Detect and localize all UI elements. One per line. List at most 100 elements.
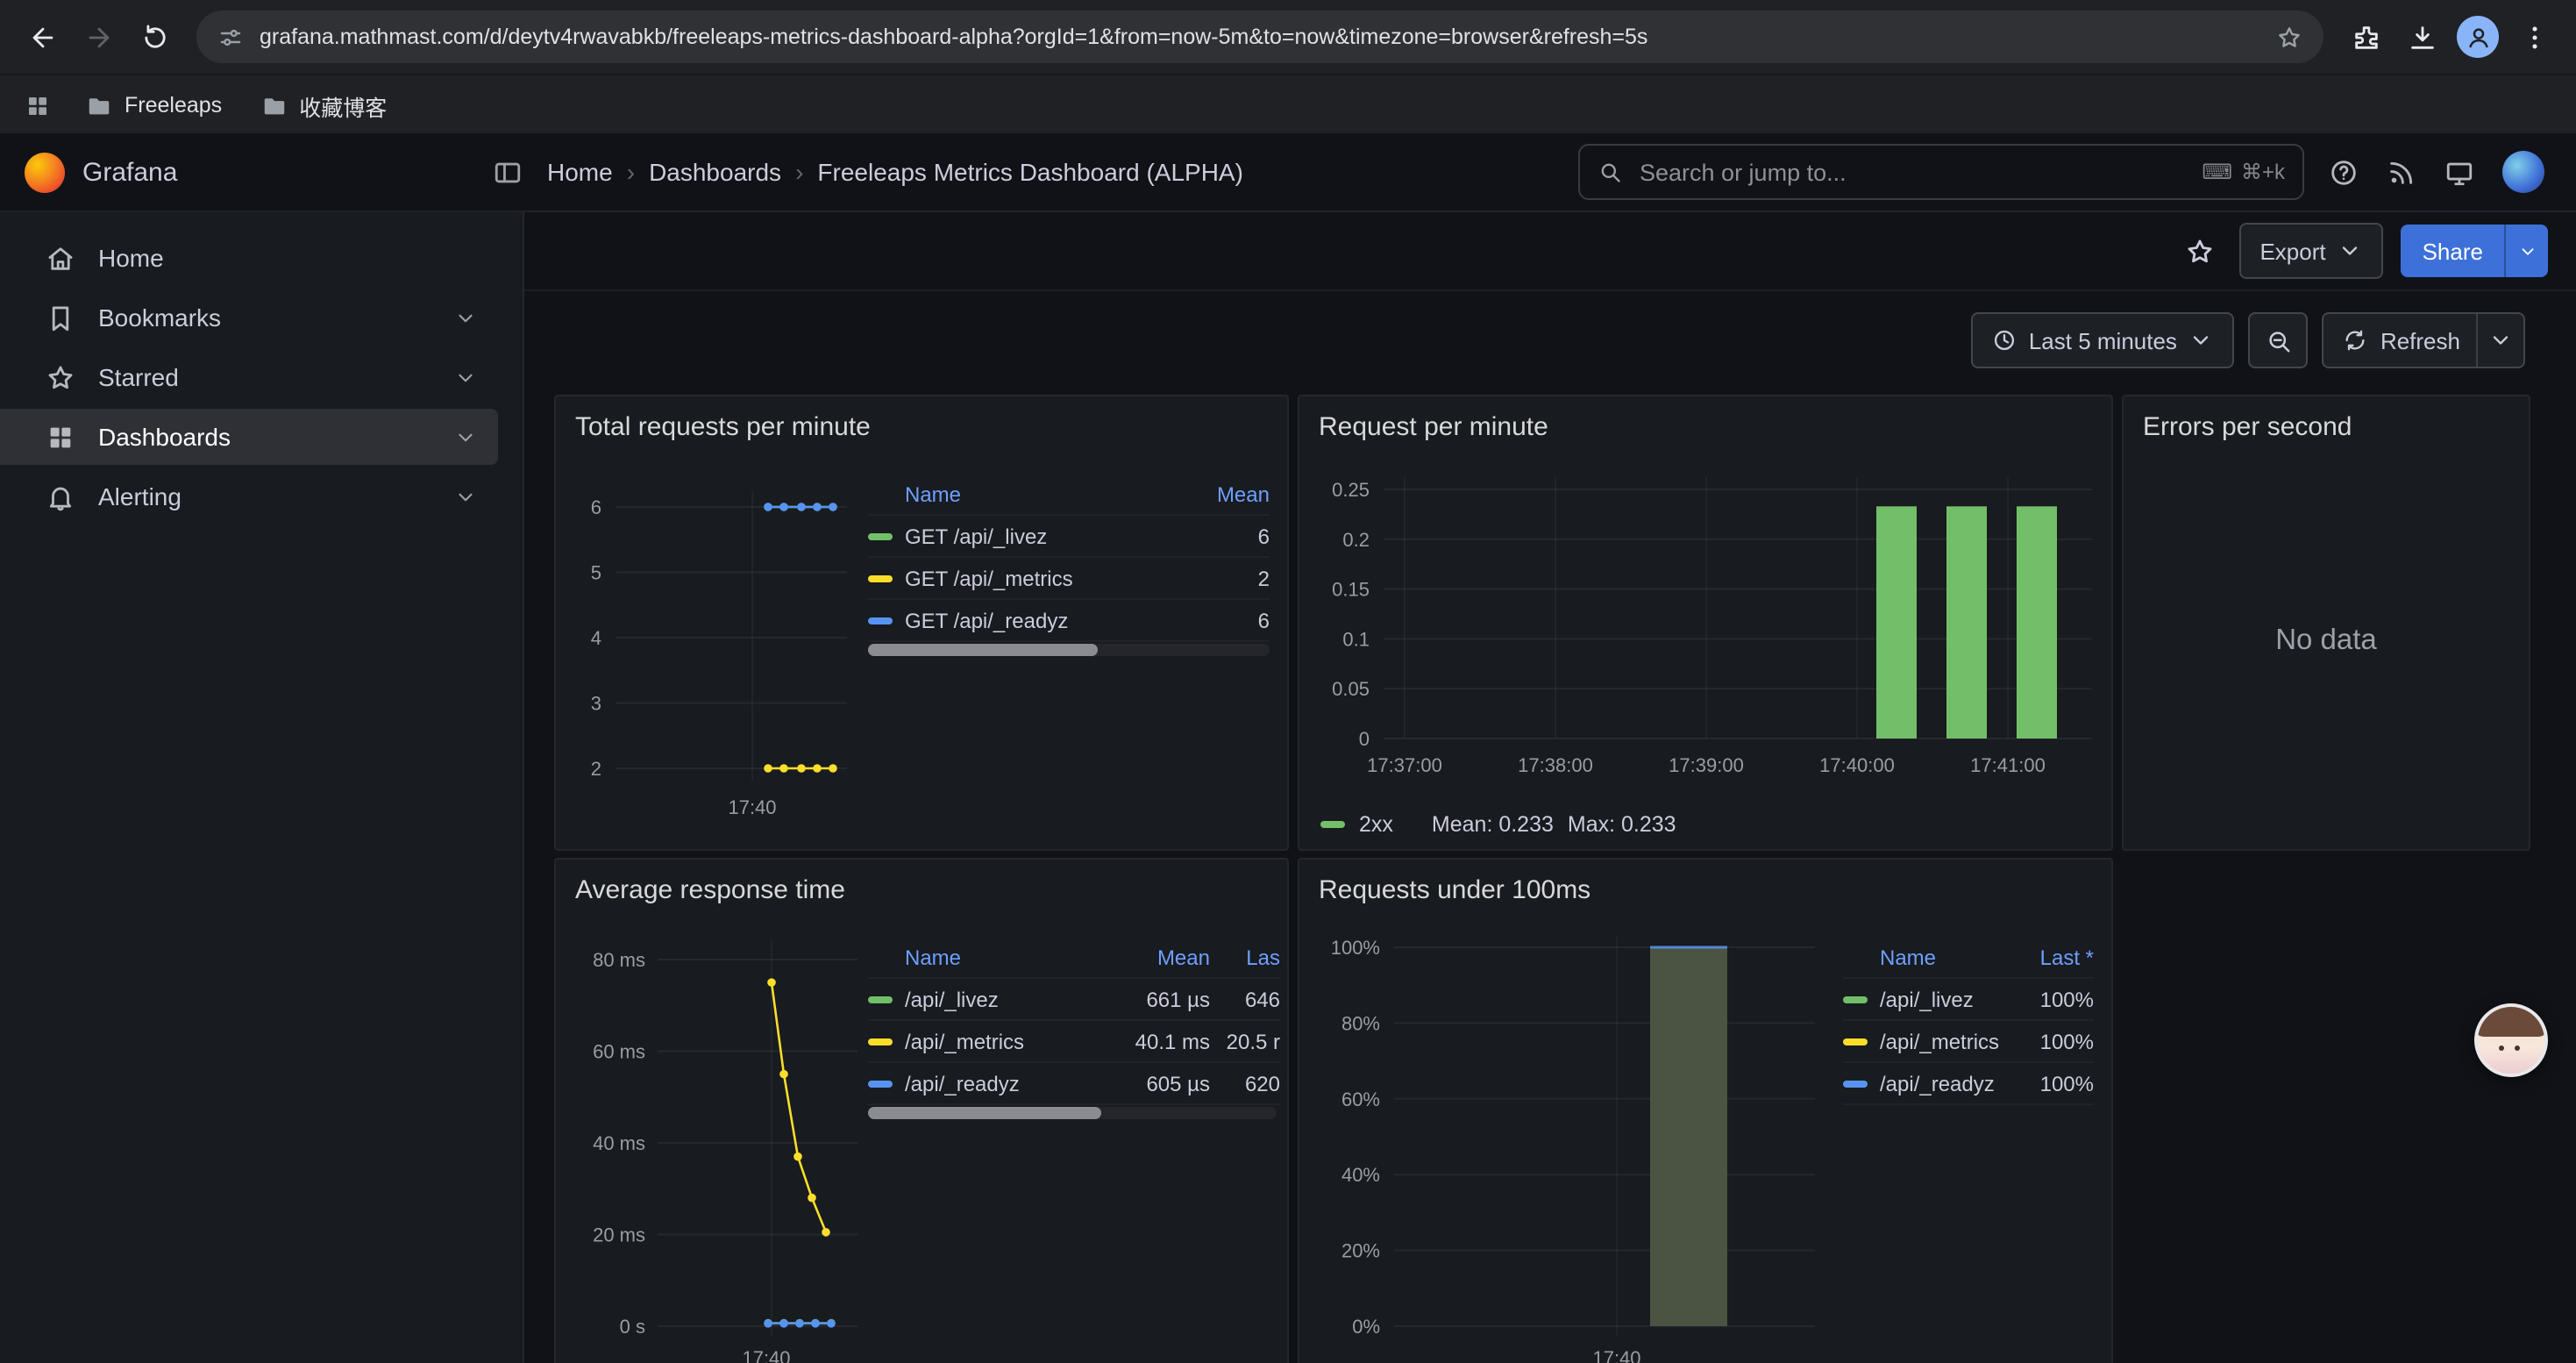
sidebar-item-alerting[interactable]: Alerting xyxy=(0,468,498,525)
legend-row[interactable]: 2xx Mean: 0.233 Max: 0.233 xyxy=(1320,812,1676,837)
search-icon xyxy=(1598,160,1622,184)
legend-row-get-api-livez[interactable]: GET /api/_livez 6 xyxy=(868,516,1270,558)
scrollbar-thumb[interactable] xyxy=(868,1107,1101,1119)
legend-col-last[interactable]: Las xyxy=(1210,945,1280,969)
chevron-down-icon xyxy=(2189,328,2214,353)
refresh-interval-caret[interactable] xyxy=(2476,314,2523,367)
search-shortcut: ⌨ ⌘+k xyxy=(2202,160,2285,184)
browser-menu-icon[interactable] xyxy=(2509,12,2558,61)
bookmark-freeleaps[interactable]: Freeleaps xyxy=(86,89,222,122)
breadcrumb-link[interactable]: Home xyxy=(547,158,613,186)
bookmark-收藏博客[interactable]: 收藏博客 xyxy=(260,89,387,122)
legend-row-api-livez[interactable]: /api/_livez 661 µs 646 xyxy=(868,979,1280,1021)
legend-col-name[interactable]: Name xyxy=(868,482,1182,506)
assistant-avatar-bubble[interactable] xyxy=(2474,1003,2548,1077)
back-icon[interactable] xyxy=(18,12,67,61)
breadcrumb-dashboards: Dashboards › xyxy=(649,158,803,186)
share-menu-caret[interactable] xyxy=(2504,225,2548,277)
nav-item-label: Bookmarks xyxy=(98,303,431,332)
series-color-dash xyxy=(868,532,893,539)
sidebar-item-dashboards[interactable]: Dashboards xyxy=(0,409,498,465)
legend-col-mean[interactable]: Mean xyxy=(1182,482,1270,506)
svg-text:5: 5 xyxy=(591,562,601,584)
breadcrumb-separator: › xyxy=(627,158,635,186)
help-icon[interactable] xyxy=(2329,157,2359,187)
legend-row-api-metrics[interactable]: /api/_metrics 100% xyxy=(1843,1021,2094,1063)
breadcrumb-link[interactable]: Dashboards xyxy=(649,158,781,186)
legend-row-api-readyz[interactable]: /api/_readyz 100% xyxy=(1843,1063,2094,1105)
svg-text:17:40: 17:40 xyxy=(742,1347,790,1363)
apps-grid-icon[interactable] xyxy=(25,92,51,118)
dock-menu-icon[interactable] xyxy=(493,157,523,187)
breadcrumb-link[interactable]: Freeleaps Metrics Dashboard (ALPHA) xyxy=(817,158,1243,186)
share-button[interactable]: Share xyxy=(2402,225,2548,277)
svg-text:3: 3 xyxy=(591,693,601,715)
under-100ms-chart[interactable]: 100%80%60%40%20%0%17:40 xyxy=(1299,912,1825,1363)
sidebar-item-home[interactable]: Home xyxy=(0,230,498,286)
sidebar-item-bookmarks[interactable]: Bookmarks xyxy=(0,289,498,346)
legend-scrollbar[interactable] xyxy=(868,644,1270,656)
zoom-out-button[interactable] xyxy=(2249,312,2309,368)
requests-per-minute-chart[interactable]: 0.250.20.150.10.05017:37:0017:38:0017:39… xyxy=(1299,460,2111,796)
legend-row-get-api-metrics[interactable]: GET /api/_metrics 2 xyxy=(868,558,1270,600)
forward-icon[interactable] xyxy=(74,12,123,61)
favorite-star-icon[interactable] xyxy=(2184,236,2214,266)
extensions-icon[interactable] xyxy=(2341,12,2390,61)
breadcrumb-separator: › xyxy=(795,158,803,186)
folder-icon xyxy=(260,92,287,118)
series-color-dash xyxy=(1843,995,1868,1003)
panel-title[interactable]: Total requests per minute xyxy=(575,412,871,442)
user-avatar[interactable] xyxy=(2502,151,2544,193)
brand-zone: Grafana xyxy=(25,152,530,192)
folder-icon xyxy=(86,92,112,118)
panel-average-response-time: Average response time 80 ms60 ms40 ms20 … xyxy=(554,858,1289,1363)
chevron-down-icon[interactable] xyxy=(454,366,477,389)
search-field[interactable] xyxy=(1636,157,2188,187)
reload-icon[interactable] xyxy=(130,12,179,61)
total-requests-chart[interactable]: 6543217:40 xyxy=(556,460,854,838)
downloads-icon[interactable] xyxy=(2397,12,2446,61)
svg-text:0.1: 0.1 xyxy=(1342,628,1370,650)
panel-title[interactable]: Requests under 100ms xyxy=(1319,875,1590,905)
legend-row-api-readyz[interactable]: /api/_readyz 605 µs 620 xyxy=(868,1063,1280,1105)
export-button[interactable]: Export xyxy=(2238,223,2383,279)
site-settings-icon[interactable] xyxy=(217,24,244,50)
legend-col-last[interactable]: Last * xyxy=(2010,945,2094,969)
average-response-chart[interactable]: 80 ms60 ms40 ms20 ms0 s17:40 xyxy=(556,912,863,1363)
chevron-down-icon[interactable] xyxy=(454,425,477,448)
scrollbar-thumb[interactable] xyxy=(868,644,1097,656)
series-color-dash xyxy=(868,1038,893,1045)
search-input[interactable]: ⌨ ⌘+k xyxy=(1578,144,2304,200)
legend-row-api-metrics[interactable]: /api/_metrics 40.1 ms 20.5 r xyxy=(868,1021,1280,1063)
legend-col-name[interactable]: Name xyxy=(1843,945,2010,969)
legend-row-api-livez[interactable]: /api/_livez 100% xyxy=(1843,979,2094,1021)
legend-scrollbar[interactable] xyxy=(868,1107,1277,1119)
nav-item-icon xyxy=(46,362,75,392)
bookmark-star-icon[interactable] xyxy=(2276,24,2302,50)
header-icons xyxy=(2322,151,2551,193)
legend-row-get-api-readyz[interactable]: GET /api/_readyz 6 xyxy=(868,600,1270,642)
time-range-picker[interactable]: Last 5 minutes xyxy=(1971,312,2235,368)
series-color-dash xyxy=(868,574,893,582)
news-rss-icon[interactable] xyxy=(2387,157,2416,187)
legend-col-name[interactable]: Name xyxy=(868,945,1105,969)
bookmarks-bar: Freeleaps 收藏博客 xyxy=(0,74,2576,135)
legend-col-mean[interactable]: Mean xyxy=(1105,945,1210,969)
chevron-down-icon[interactable] xyxy=(454,306,477,329)
address-bar[interactable]: grafana.mathmast.com/d/deytv4rwavabkb/fr… xyxy=(196,11,2323,63)
svg-text:40%: 40% xyxy=(1341,1164,1380,1186)
browser-profile-avatar[interactable] xyxy=(2457,16,2499,58)
svg-text:4: 4 xyxy=(591,627,601,649)
browser-toolbar: grafana.mathmast.com/d/deytv4rwavabkb/fr… xyxy=(0,0,2576,74)
url-text[interactable]: grafana.mathmast.com/d/deytv4rwavabkb/fr… xyxy=(260,25,2260,49)
grafana-logo[interactable] xyxy=(25,152,65,192)
panel-title[interactable]: Request per minute xyxy=(1319,412,1548,442)
svg-text:0.25: 0.25 xyxy=(1332,479,1370,501)
legend-table: Name Mean Las /api/_livez 661 µs 646 xyxy=(868,937,1280,1105)
panel-title[interactable]: Average response time xyxy=(575,875,845,905)
kiosk-monitor-icon[interactable] xyxy=(2444,157,2474,187)
sidebar-item-starred[interactable]: Starred xyxy=(0,349,498,405)
refresh-button[interactable]: Refresh xyxy=(2323,312,2525,368)
chevron-down-icon[interactable] xyxy=(454,485,477,508)
svg-text:17:40: 17:40 xyxy=(1592,1347,1640,1363)
